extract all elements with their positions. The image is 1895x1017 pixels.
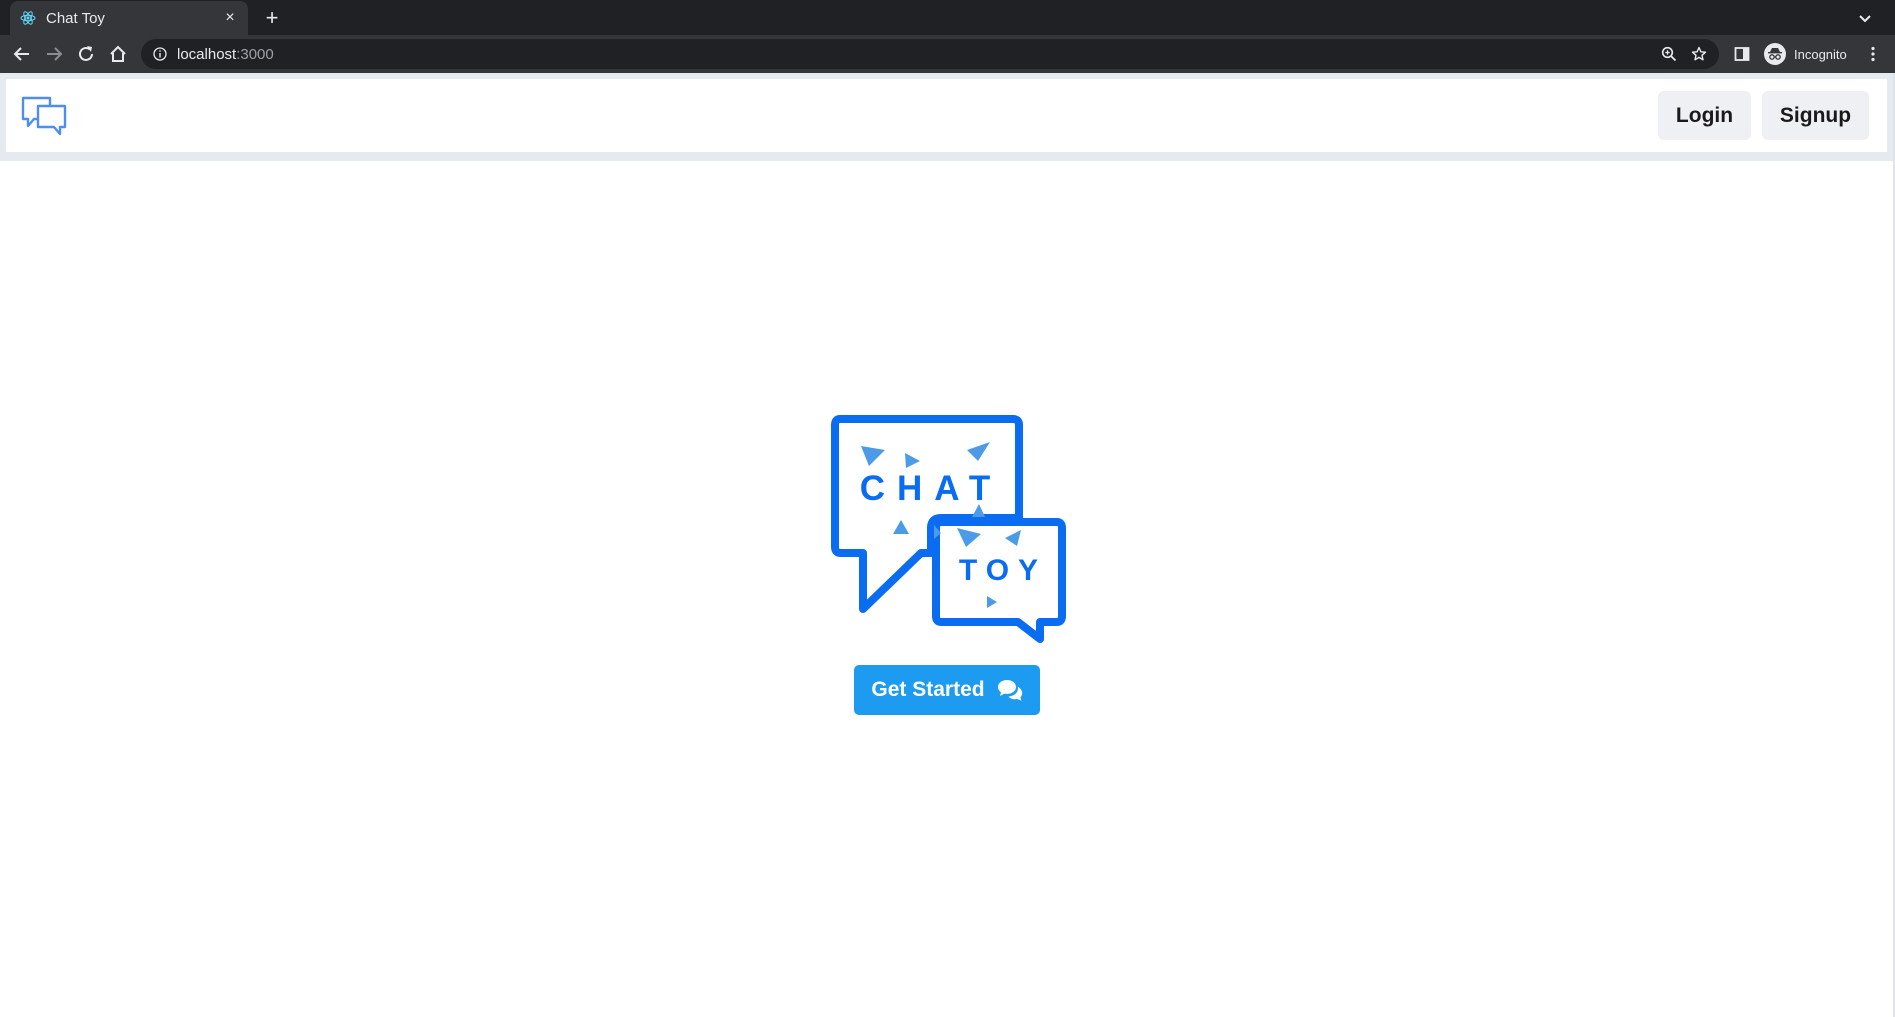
address-bar[interactable]: localhost:3000 xyxy=(141,39,1719,69)
url-host: localhost xyxy=(177,45,237,63)
navbar-bar: Login Signup xyxy=(6,79,1887,152)
browser-tabstrip: Chat Toy × + xyxy=(0,0,1895,35)
incognito-label: Incognito xyxy=(1794,46,1847,62)
back-arrow-icon[interactable] xyxy=(8,40,36,68)
browser-tab[interactable]: Chat Toy × xyxy=(10,1,248,35)
tab-title: Chat Toy xyxy=(46,9,105,27)
tab-search-chevron-icon[interactable] xyxy=(1853,6,1877,30)
incognito-icon xyxy=(1764,43,1786,65)
react-atom-icon xyxy=(20,10,36,26)
browser-toolbar: localhost:3000 Incognito xyxy=(0,35,1895,73)
get-started-button[interactable]: Get Started xyxy=(854,665,1040,715)
page-viewport: Login Signup CHAT TOY Get Started xyxy=(0,73,1895,1017)
incognito-profile-button[interactable]: Incognito xyxy=(1760,39,1857,69)
new-tab-button[interactable]: + xyxy=(259,5,285,31)
home-icon[interactable] xyxy=(104,40,132,68)
get-started-label: Get Started xyxy=(871,678,985,701)
login-button[interactable]: Login xyxy=(1658,91,1751,140)
app-navbar: Login Signup xyxy=(0,73,1893,161)
logo-word-toy: TOY xyxy=(959,554,1047,587)
url-port: :3000 xyxy=(236,45,274,63)
reload-icon[interactable] xyxy=(72,40,100,68)
side-panel-icon[interactable] xyxy=(1728,40,1756,68)
zoom-icon[interactable] xyxy=(1657,42,1681,66)
chat-toy-logo: CHAT TOY xyxy=(831,415,1066,643)
chat-bubbles-outline-icon[interactable] xyxy=(20,95,68,137)
close-tab-icon[interactable]: × xyxy=(220,8,240,28)
site-info-icon[interactable] xyxy=(151,45,169,63)
url-text: localhost:3000 xyxy=(177,46,274,63)
signup-button[interactable]: Signup xyxy=(1762,91,1869,140)
bookmark-star-icon[interactable] xyxy=(1687,42,1711,66)
forward-arrow-icon[interactable] xyxy=(40,40,68,68)
comments-icon xyxy=(997,679,1023,701)
logo-word-chat: CHAT xyxy=(860,469,1003,508)
browser-menu-icon[interactable] xyxy=(1861,40,1885,68)
